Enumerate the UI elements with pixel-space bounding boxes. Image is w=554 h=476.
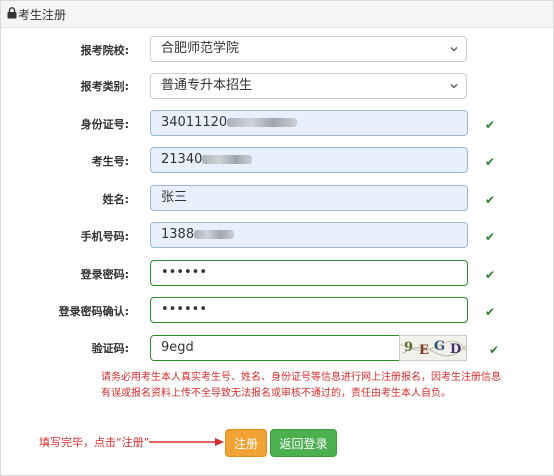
school-label: 报考院校:	[80, 44, 129, 57]
phone-value: 1388	[161, 227, 195, 242]
panel-header: 考生注册	[1, 1, 553, 28]
password-valid-icon: ✔	[485, 268, 496, 282]
phone-valid-icon: ✔	[485, 230, 496, 244]
password-confirm-label: 登录密码确认:	[58, 305, 129, 318]
id-number-valid-icon: ✔	[485, 118, 496, 132]
password-confirm-valid-icon: ✔	[485, 305, 496, 319]
school-select[interactable]: 合肥师范学院	[150, 36, 467, 62]
captcha-valid-icon: ✔	[489, 343, 500, 357]
captcha-char: G	[434, 339, 446, 354]
password-input[interactable]: ••••••	[150, 260, 468, 286]
exam-number-value: 21340	[161, 152, 203, 167]
exam-number-input[interactable]: 21340	[150, 147, 468, 173]
registration-notice: 请务必用考生本人真实考生号、姓名、身份证号等信息进行网上注册报名，因考生注册信息…	[101, 372, 501, 399]
instruction-hint: 填写完毕，点击“注册”	[39, 436, 150, 449]
password-label: 登录密码:	[80, 268, 129, 281]
category-label: 报考类别:	[80, 80, 129, 93]
id-number-label: 身份证号:	[80, 118, 129, 131]
captcha-label: 验证码:	[91, 342, 129, 355]
captcha-char: D	[450, 342, 462, 357]
school-value: 合肥师范学院	[161, 41, 240, 56]
name-value: 张三	[161, 190, 188, 205]
captcha-char: 9	[404, 340, 414, 355]
exam-number-valid-icon: ✔	[485, 155, 496, 169]
phone-input[interactable]: 1388	[150, 222, 468, 248]
category-value: 普通专升本招生	[161, 78, 253, 93]
captcha-value: 9egd	[161, 340, 194, 355]
name-valid-icon: ✔	[485, 193, 496, 207]
id-number-input[interactable]: 34011120	[150, 110, 468, 136]
redacted-blur	[194, 230, 235, 239]
id-number-value: 34011120	[161, 115, 228, 130]
captcha-char: E	[419, 343, 429, 358]
panel-title: 考生注册	[18, 8, 67, 22]
captcha-input[interactable]: 9egd	[150, 335, 400, 361]
redacted-blur	[227, 118, 298, 127]
register-panel: 考生注册 报考院校: 合肥师范学院 报考类别: 普通专升本招生 身份证号: 34…	[0, 0, 554, 476]
password-confirm-value: ••••••	[161, 302, 208, 317]
arrow-right-icon	[149, 438, 224, 446]
redacted-blur	[202, 155, 253, 164]
phone-label: 手机号码:	[80, 230, 129, 243]
password-confirm-input[interactable]: ••••••	[150, 297, 468, 323]
chevron-down-icon	[450, 47, 458, 52]
category-select[interactable]: 普通专升本招生	[150, 73, 467, 99]
register-button[interactable]: 注册	[225, 429, 267, 457]
lock-icon	[7, 7, 17, 19]
exam-number-label: 考生号:	[91, 155, 129, 168]
name-label: 姓名:	[102, 193, 129, 206]
name-input[interactable]: 张三	[150, 185, 468, 211]
captcha-image[interactable]: 9 E G D	[399, 335, 467, 361]
back-to-login-button[interactable]: 返回登录	[270, 429, 337, 457]
chevron-down-icon	[450, 84, 458, 89]
password-value: ••••••	[161, 265, 208, 280]
